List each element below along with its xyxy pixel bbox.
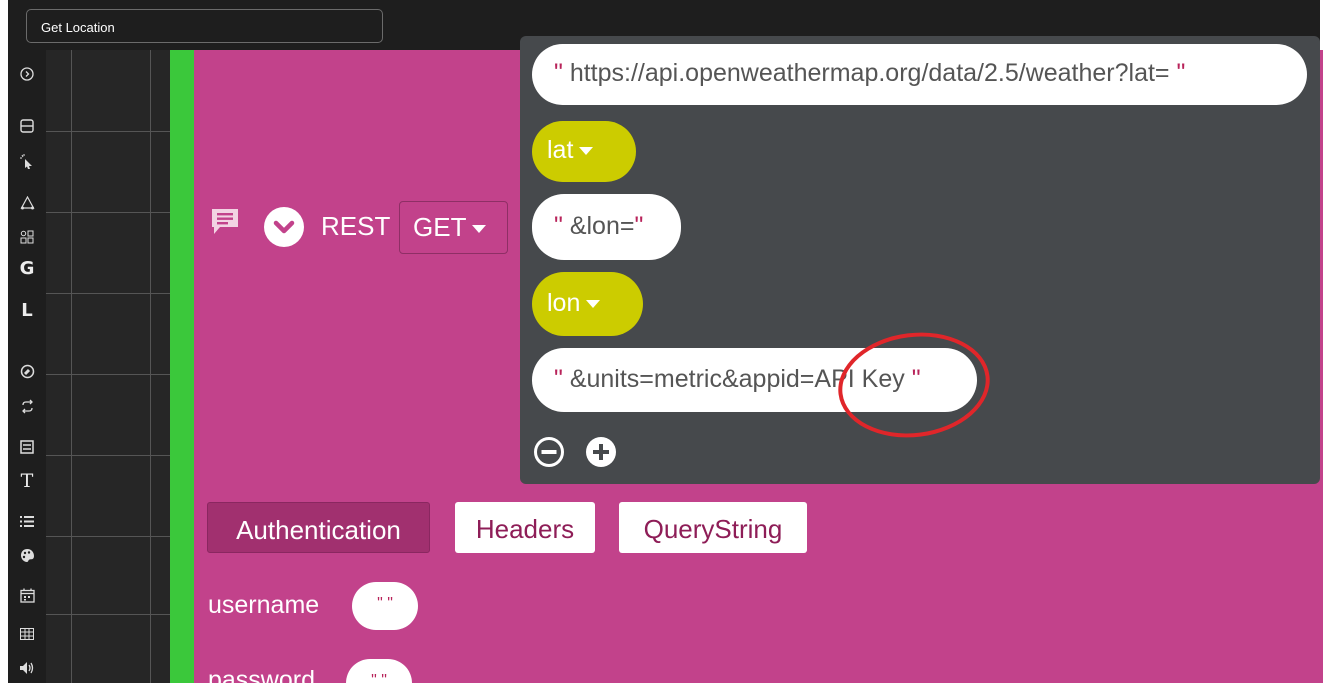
- method-value: GET: [413, 212, 467, 242]
- quote-mark: ": [554, 212, 563, 240]
- text-icon[interactable]: T: [8, 468, 46, 494]
- grid-line: [150, 50, 151, 683]
- list-icon[interactable]: [8, 508, 46, 534]
- calendar-icon[interactable]: [8, 582, 46, 608]
- grid-line: [46, 131, 170, 132]
- quote-mark: ": [554, 59, 563, 87]
- quote-mark: ": [1176, 59, 1186, 87]
- password-label: password: [208, 666, 315, 683]
- grid-line: [46, 536, 170, 537]
- username-label: username: [208, 591, 320, 619]
- left-toolbar: G L T: [8, 50, 46, 683]
- chevron-right-circle-icon[interactable]: [8, 60, 46, 86]
- tab-querystring[interactable]: QueryString: [619, 502, 807, 553]
- block-accent-bar: [170, 50, 194, 683]
- grid-line: [46, 374, 170, 375]
- url-text-block[interactable]: " https://api.openweathermap.org/data/2.…: [532, 44, 1307, 105]
- quote-mark: ": [554, 365, 563, 393]
- add-item-button[interactable]: [585, 436, 617, 468]
- layout-icon[interactable]: [8, 112, 46, 138]
- lon-param-text-block[interactable]: " &lon=": [532, 194, 681, 260]
- url-text: https://api.openweathermap.org/data/2.5/…: [569, 59, 1170, 87]
- components-icon[interactable]: [8, 224, 46, 250]
- grid-line: [46, 614, 170, 615]
- compass-icon[interactable]: [8, 358, 46, 384]
- lon-variable-label: lon: [547, 289, 581, 317]
- tab-headers[interactable]: Headers: [455, 502, 595, 553]
- caret-down-icon: [579, 147, 594, 156]
- grid-line: [46, 455, 170, 456]
- tab-authentication[interactable]: Authentication: [207, 502, 430, 553]
- rest-label: REST: [321, 211, 391, 241]
- password-input[interactable]: " ": [346, 659, 412, 683]
- comment-icon[interactable]: [210, 207, 242, 241]
- quote-mark: ": [634, 212, 644, 240]
- grid-line: [46, 212, 170, 213]
- lat-variable[interactable]: lat: [532, 121, 636, 182]
- method-dropdown[interactable]: GET: [399, 201, 508, 254]
- collapse-button[interactable]: [264, 207, 304, 247]
- username-input[interactable]: " ": [352, 582, 418, 630]
- canvas-grid: [46, 50, 170, 683]
- caret-down-icon: [472, 225, 487, 234]
- grid-line: [46, 293, 170, 294]
- minus-circle-icon: [534, 437, 564, 467]
- calculator-icon[interactable]: [8, 433, 46, 459]
- lat-variable-label: lat: [547, 136, 574, 164]
- speaker-icon[interactable]: [8, 654, 46, 680]
- plus-circle-icon: [586, 437, 616, 467]
- palette-icon[interactable]: [8, 542, 46, 568]
- document-tab[interactable]: Get Location: [26, 9, 383, 43]
- chevron-down-icon: [273, 220, 295, 234]
- table-icon[interactable]: [8, 620, 46, 646]
- loop-icon[interactable]: [8, 393, 46, 419]
- remove-item-button[interactable]: [533, 436, 565, 468]
- l-icon[interactable]: L: [8, 298, 46, 324]
- pointer-icon[interactable]: [8, 148, 46, 174]
- shapes-icon[interactable]: [8, 190, 46, 216]
- g-icon[interactable]: G: [8, 256, 46, 282]
- caret-down-icon: [586, 300, 601, 309]
- grid-line: [71, 50, 72, 683]
- lon-variable[interactable]: lon: [532, 272, 643, 336]
- lon-param-text: &lon=: [569, 212, 635, 240]
